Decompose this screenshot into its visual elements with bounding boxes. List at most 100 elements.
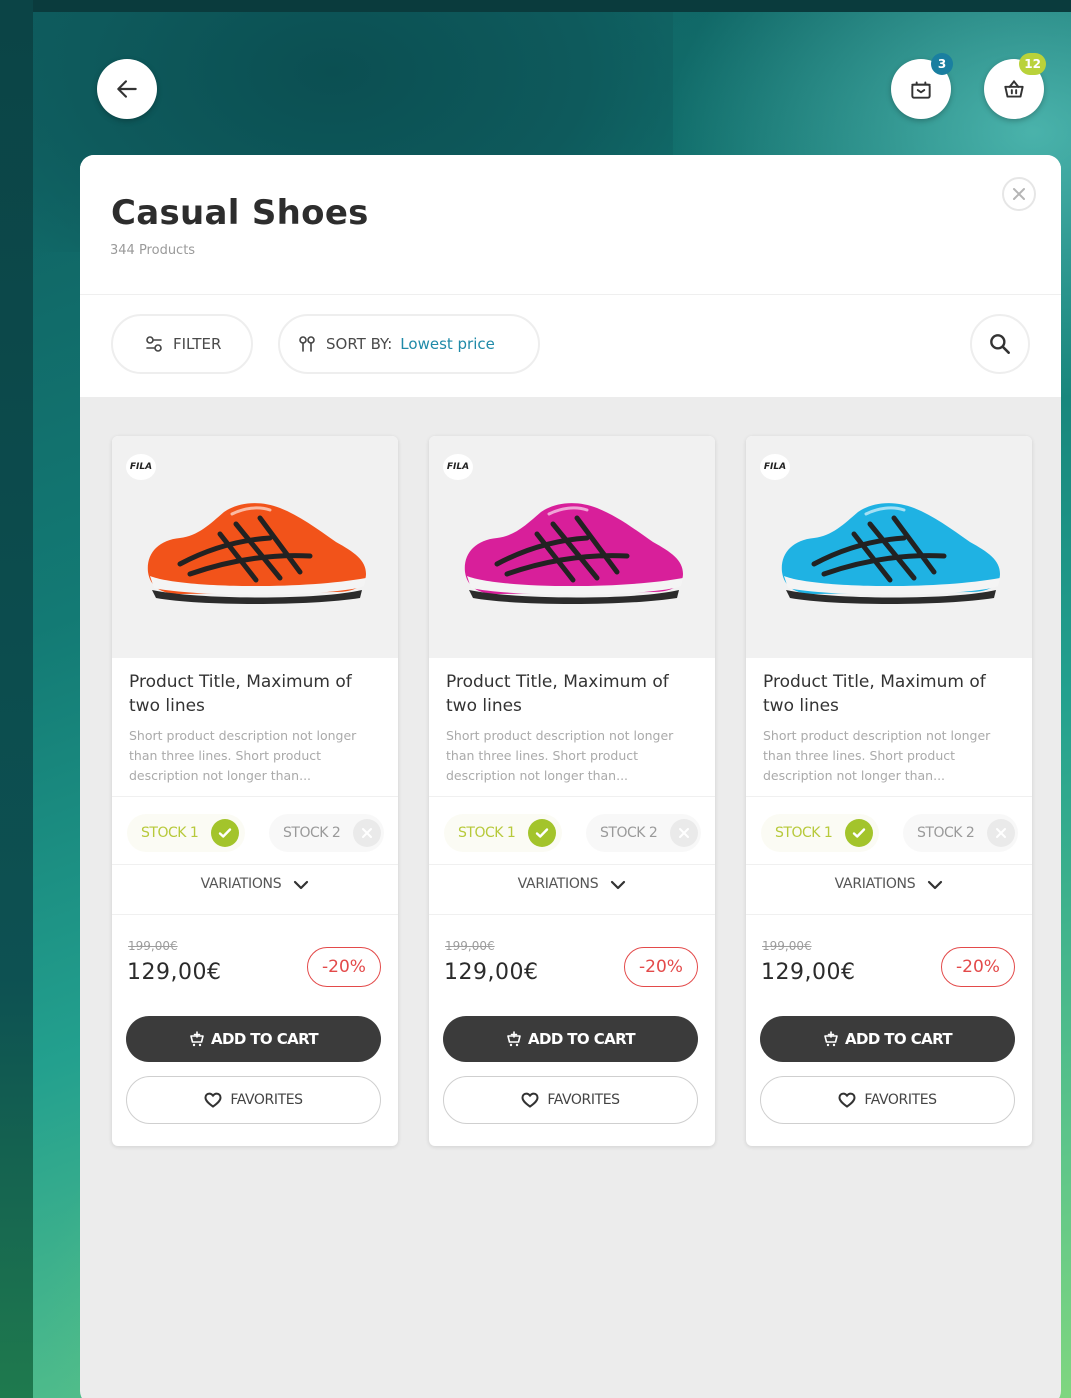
favorites-button[interactable]: FAVORITES bbox=[126, 1076, 381, 1124]
unavailable-icon bbox=[670, 819, 698, 847]
stock-1-chip[interactable]: STOCK 1 bbox=[127, 814, 245, 852]
sort-button[interactable]: SORT BY: Lowest price bbox=[278, 314, 540, 374]
card-divider bbox=[746, 914, 1032, 915]
shoe-image bbox=[147, 503, 366, 604]
brand-name: FILA bbox=[129, 462, 153, 472]
check-icon bbox=[845, 819, 873, 847]
product-image-area[interactable]: FILA bbox=[429, 436, 715, 658]
stock-2-label: STOCK 2 bbox=[917, 825, 975, 841]
brand-logo: FILA bbox=[443, 454, 473, 480]
filter-label: FILTER bbox=[173, 335, 222, 353]
stock-1-label: STOCK 1 bbox=[775, 825, 833, 841]
old-price: 199,00€ bbox=[445, 939, 495, 953]
stock-1-label: STOCK 1 bbox=[141, 825, 199, 841]
shoe-image bbox=[464, 503, 683, 604]
discount-badge: -20% bbox=[941, 947, 1015, 987]
stock-2-chip[interactable]: STOCK 2 bbox=[903, 814, 1018, 852]
cart-count-badge: 12 bbox=[1019, 53, 1046, 75]
add-to-cart-label: ADD TO CART bbox=[210, 1030, 319, 1048]
close-icon bbox=[1013, 188, 1025, 200]
filter-icon bbox=[146, 336, 162, 352]
variations-toggle[interactable]: VARIATIONS bbox=[429, 876, 715, 892]
product-description: Short product description not longer tha… bbox=[129, 728, 357, 783]
price: 129,00€ bbox=[761, 960, 856, 985]
add-to-cart-button[interactable]: ADD TO CART bbox=[443, 1016, 698, 1062]
cart-button[interactable]: 12 bbox=[984, 53, 1046, 119]
chevron-down-icon bbox=[294, 880, 309, 890]
variations-label: VARIATIONS bbox=[200, 876, 282, 892]
cart-plus-icon bbox=[190, 1031, 204, 1047]
product-count: 344 Products bbox=[110, 243, 196, 258]
gift-box-icon bbox=[911, 81, 931, 99]
add-to-cart-button[interactable]: ADD TO CART bbox=[126, 1016, 381, 1062]
stock-1-chip[interactable]: STOCK 1 bbox=[761, 814, 879, 852]
product-card[interactable]: FILA Product Title, Maximum of two lines… bbox=[429, 436, 715, 1146]
product-card[interactable]: FILA Product Title, Maximum of two lines… bbox=[112, 436, 398, 1146]
favorites-label: FAVORITES bbox=[230, 1092, 303, 1108]
discount-badge: -20% bbox=[307, 947, 381, 987]
sort-value: Lowest price bbox=[400, 335, 495, 353]
add-to-cart-label: ADD TO CART bbox=[527, 1030, 636, 1048]
filter-button[interactable]: FILTER bbox=[111, 314, 253, 374]
product-title[interactable]: Product Title, Maximum of two lines bbox=[763, 670, 1013, 718]
card-divider bbox=[112, 796, 398, 797]
close-button[interactable] bbox=[1002, 177, 1036, 211]
card-divider bbox=[429, 796, 715, 797]
favorites-label: FAVORITES bbox=[864, 1092, 937, 1108]
card-divider bbox=[112, 864, 398, 865]
card-divider bbox=[746, 796, 1032, 797]
favorites-button[interactable]: FAVORITES bbox=[760, 1076, 1015, 1124]
arrow-left-icon bbox=[117, 80, 137, 98]
variations-label: VARIATIONS bbox=[834, 876, 916, 892]
cart-plus-icon bbox=[824, 1031, 838, 1047]
stock-2-chip[interactable]: STOCK 2 bbox=[269, 814, 384, 852]
variations-toggle[interactable]: VARIATIONS bbox=[746, 876, 1032, 892]
favorites-button[interactable]: FAVORITES bbox=[443, 1076, 698, 1124]
heart-icon bbox=[838, 1092, 856, 1108]
card-divider bbox=[429, 864, 715, 865]
card-divider bbox=[429, 914, 715, 915]
product-image-area[interactable]: FILA bbox=[112, 436, 398, 658]
old-price: 199,00€ bbox=[762, 939, 812, 953]
cart-plus-icon bbox=[507, 1031, 521, 1047]
card-divider bbox=[746, 864, 1032, 865]
product-description: Short product description not longer tha… bbox=[763, 728, 991, 783]
stock-2-label: STOCK 2 bbox=[600, 825, 658, 841]
variations-label: VARIATIONS bbox=[517, 876, 599, 892]
basket-icon bbox=[1004, 79, 1024, 98]
product-card[interactable]: FILA Product Title, Maximum of two lines… bbox=[746, 436, 1032, 1146]
gift-count-badge: 3 bbox=[931, 53, 953, 75]
search-icon bbox=[990, 334, 1010, 354]
gift-button[interactable]: 3 bbox=[891, 53, 953, 119]
product-image-area[interactable]: FILA bbox=[746, 436, 1032, 658]
top-edge bbox=[0, 0, 1071, 12]
product-title[interactable]: Product Title, Maximum of two lines bbox=[129, 670, 379, 718]
favorites-label: FAVORITES bbox=[547, 1092, 620, 1108]
stock-2-chip[interactable]: STOCK 2 bbox=[586, 814, 701, 852]
unavailable-icon bbox=[987, 819, 1015, 847]
stock-1-chip[interactable]: STOCK 1 bbox=[444, 814, 562, 852]
old-price: 199,00€ bbox=[128, 939, 178, 953]
stock-1-label: STOCK 1 bbox=[458, 825, 516, 841]
heart-icon bbox=[521, 1092, 539, 1108]
stock-2-label: STOCK 2 bbox=[283, 825, 341, 841]
brand-logo: FILA bbox=[760, 454, 790, 480]
search-button[interactable] bbox=[970, 314, 1030, 374]
brand-name: FILA bbox=[446, 462, 470, 472]
chevron-down-icon bbox=[611, 880, 626, 890]
add-to-cart-button[interactable]: ADD TO CART bbox=[760, 1016, 1015, 1062]
back-button[interactable] bbox=[97, 59, 157, 119]
chevron-down-icon bbox=[928, 880, 943, 890]
header-divider bbox=[80, 294, 1061, 295]
left-edge bbox=[0, 0, 33, 1398]
sort-label: SORT BY: bbox=[326, 335, 393, 353]
heart-icon bbox=[204, 1092, 222, 1108]
card-divider bbox=[112, 914, 398, 915]
product-title[interactable]: Product Title, Maximum of two lines bbox=[446, 670, 696, 718]
brand-name: FILA bbox=[763, 462, 787, 472]
product-description: Short product description not longer tha… bbox=[446, 728, 674, 783]
discount-badge: -20% bbox=[624, 947, 698, 987]
variations-toggle[interactable]: VARIATIONS bbox=[112, 876, 398, 892]
unavailable-icon bbox=[353, 819, 381, 847]
check-icon bbox=[211, 819, 239, 847]
